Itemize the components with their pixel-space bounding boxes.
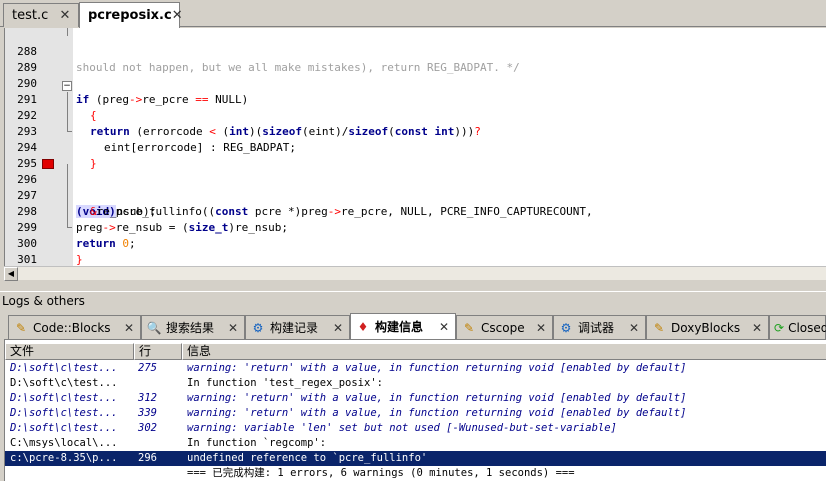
tab-label: DoxyBlocks: [671, 320, 741, 335]
code-line: 290 if (preg->re_pcre == NULL): [5, 60, 826, 106]
tab-label: Code::Blocks: [33, 320, 111, 335]
code-line: 294 }: [5, 124, 826, 170]
tab-label: 构建信息: [375, 320, 424, 334]
code-line: 291 {: [5, 76, 826, 122]
column-header-line[interactable]: 行: [134, 343, 182, 360]
tab-debugger[interactable]: ⚙ 调试器 ✕: [553, 315, 646, 339]
cell-message: In function 'test_regex_posix':: [187, 377, 383, 389]
list-item[interactable]: D:\soft\c\test... 312 warning: 'return' …: [5, 391, 826, 406]
code-line: 299 return 0;: [5, 204, 826, 250]
list-item[interactable]: C:\msys\local\... In function `regcomp':: [5, 436, 826, 451]
editor-tab-bar: test.c ✕ pcreposix.c ✕: [0, 0, 826, 28]
close-icon[interactable]: ✕: [534, 321, 548, 335]
list-header: 文件 行 信息: [5, 343, 826, 360]
close-icon[interactable]: ✕: [226, 321, 240, 335]
build-log-icon: ⚙: [252, 320, 264, 335]
cell-message: In function `regcomp':: [187, 437, 327, 449]
tab-closed[interactable]: ⟳ Closed: [769, 315, 826, 339]
cell-file: D:\soft\c\test...: [10, 362, 118, 374]
tab-label: Cscope: [481, 320, 525, 335]
build-messages-list[interactable]: 文件 行 信息 D:\soft\c\test... 275 warning: '…: [4, 339, 826, 481]
tab-label: test.c: [12, 8, 49, 23]
list-item[interactable]: D:\soft\c\test... 275 warning: 'return' …: [5, 361, 826, 376]
error-marker-icon[interactable]: [42, 159, 54, 169]
cell-message: warning: variable 'len' set but not used…: [187, 422, 617, 434]
code-line: 288 should not happen, but we all make m…: [5, 28, 826, 74]
tab-cscope[interactable]: ✎ Cscope ✕: [456, 315, 553, 339]
close-icon[interactable]: ✕: [750, 321, 764, 335]
list-item[interactable]: D:\soft\c\test... In function 'test_rege…: [5, 376, 826, 391]
build-summary-row[interactable]: === 已完成构建: 1 errors, 6 warnings (0 minut…: [5, 466, 826, 481]
column-header-message[interactable]: 信息: [182, 343, 826, 360]
code-line: 298 preg->re_nsub = (size_t)re_nsub;: [5, 188, 826, 234]
code-line: 296 (void)pcre_fullinfo((const pcre *)pr…: [5, 156, 826, 218]
cell-file: D:\soft\c\test...: [10, 422, 118, 434]
code-line: 302: [5, 252, 826, 266]
close-icon[interactable]: ✕: [437, 320, 451, 334]
cell-file: D:\soft\c\test...: [10, 392, 118, 404]
code-line: 295: [5, 140, 826, 170]
cell-file: D:\soft\c\test...: [10, 377, 118, 389]
tab-pcreposix-c[interactable]: pcreposix.c ✕: [79, 2, 183, 28]
cell-message: undefined reference to `pcre_fullinfo': [187, 452, 428, 464]
close-icon[interactable]: ✕: [627, 321, 641, 335]
edit-icon: ✎: [463, 320, 475, 335]
list-item-selected-error[interactable]: c:\pcre-8.35\p... 296 undefined referenc…: [5, 451, 826, 466]
cell-file: c:\pcre-8.35\p...: [10, 452, 118, 464]
build-messages-icon: ♦: [357, 319, 369, 334]
list-item[interactable]: D:\soft\c\test... 302 warning: variable …: [5, 421, 826, 436]
edit-icon: ✎: [15, 320, 27, 335]
tab-doxyblocks[interactable]: ✎ DoxyBlocks ✕: [646, 315, 769, 339]
code-line: 292 return (errorcode < (int)(sizeof(ein…: [5, 92, 826, 138]
code-editor[interactable]: − 288 should not happen, but we all make…: [4, 28, 826, 266]
logs-tab-bar: ✎ Code::Blocks ✕ 🔍 搜索结果 ✕ ⚙ 构建记录 ✕ ♦ 构建信…: [0, 313, 826, 339]
cell-message: warning: 'return' with a value, in funct…: [187, 392, 687, 404]
cell-file: C:\msys\local\...: [10, 437, 118, 449]
code-line: 293 eint[errorcode] : REG_BADPAT;: [5, 108, 826, 154]
scroll-left-icon[interactable]: ◀: [4, 267, 18, 281]
tab-test-c[interactable]: test.c ✕: [3, 3, 79, 27]
tab-search-results[interactable]: 🔍 搜索结果 ✕: [141, 315, 245, 339]
cell-line: 339: [138, 407, 157, 419]
tab-label: 构建记录: [270, 321, 319, 335]
code-line: 301: [5, 236, 826, 266]
edit-icon: ✎: [653, 320, 665, 335]
close-icon[interactable]: ✕: [58, 8, 72, 23]
search-icon: 🔍: [146, 320, 162, 335]
cell-file: D:\soft\c\test...: [10, 407, 118, 419]
tab-label: pcreposix.c: [88, 8, 172, 23]
tab-label: Closed: [788, 320, 826, 335]
debugger-icon: ⚙: [560, 320, 572, 335]
tab-codeblocks[interactable]: ✎ Code::Blocks ✕: [8, 315, 141, 339]
close-icon[interactable]: ✕: [172, 8, 183, 23]
cell-message: === 已完成构建: 1 errors, 6 warnings (0 minut…: [187, 467, 575, 479]
tab-label: 调试器: [578, 321, 615, 335]
tab-build-messages[interactable]: ♦ 构建信息 ✕: [350, 313, 456, 339]
list-item[interactable]: D:\soft\c\test... 339 warning: 'return' …: [5, 406, 826, 421]
cell-line: 312: [138, 392, 157, 404]
horizontal-scrollbar[interactable]: ◀: [4, 266, 826, 281]
cell-line: 296: [138, 452, 157, 464]
code-line: 289: [5, 44, 826, 74]
close-icon[interactable]: ✕: [331, 321, 345, 335]
closed-icon: ⟳: [774, 320, 785, 335]
cell-message: warning: 'return' with a value, in funct…: [187, 362, 687, 374]
code-line: 297 &re_nsub);: [5, 172, 826, 218]
tab-label: 搜索结果: [166, 321, 215, 335]
column-header-file[interactable]: 文件: [5, 343, 134, 360]
cell-message: warning: 'return' with a value, in funct…: [187, 407, 687, 419]
logs-panel-title: Logs & others: [0, 291, 826, 309]
cell-line: 275: [138, 362, 157, 374]
close-icon[interactable]: ✕: [122, 321, 136, 335]
cell-line: 302: [138, 422, 157, 434]
code-line: 300 }: [5, 220, 826, 266]
tab-build-log[interactable]: ⚙ 构建记录 ✕: [245, 315, 350, 339]
